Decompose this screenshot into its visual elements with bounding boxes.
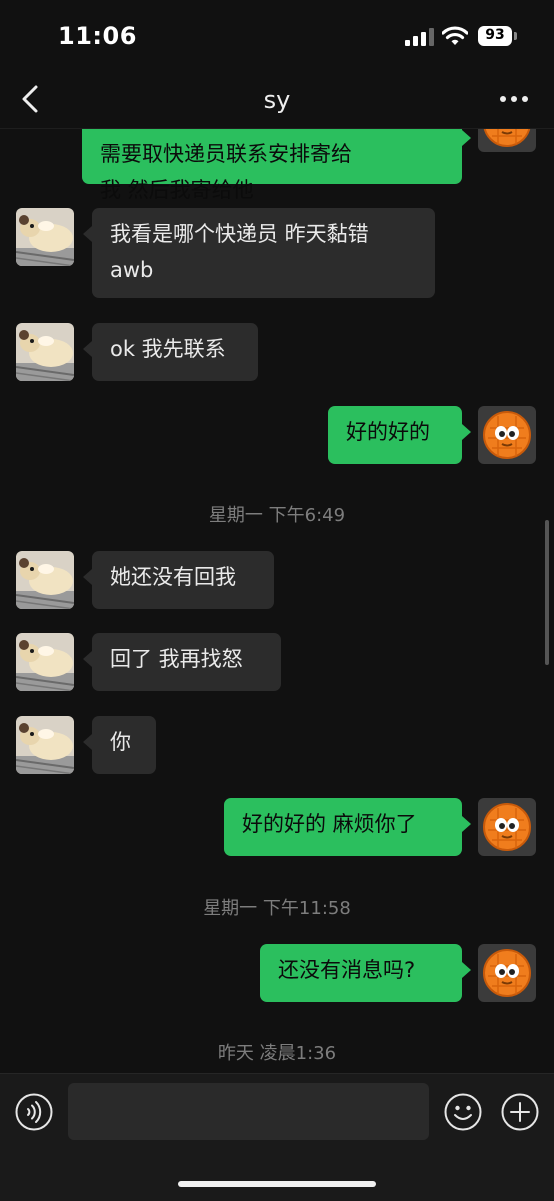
avatar[interactable] <box>478 406 536 464</box>
avatar[interactable] <box>16 323 74 381</box>
timestamp: 昨天 凌晨1:36 <box>217 1043 337 1064</box>
message-bubble-incoming[interactable]: 我看是哪个快递员 昨天黏错 awb <box>83 208 435 298</box>
emoji-icon[interactable] <box>443 1092 483 1132</box>
scrollbar[interactable] <box>545 520 549 665</box>
chat-title-overlay: sy <box>263 86 291 114</box>
chevron-left-icon[interactable] <box>18 84 44 114</box>
message-bubble-outgoing[interactable]: 好的好的 麻烦你了 <box>224 798 471 856</box>
battery-level: 93 <box>485 27 505 43</box>
avatar[interactable] <box>16 716 74 774</box>
voice-icon[interactable] <box>14 1092 54 1132</box>
ellipsis-icon[interactable] <box>498 90 530 108</box>
plus-icon[interactable] <box>500 1092 540 1132</box>
cellular-signal-icon <box>405 28 434 46</box>
message-input[interactable] <box>68 1083 429 1140</box>
avatar[interactable] <box>16 208 74 266</box>
home-indicator[interactable] <box>178 1181 376 1187</box>
timestamp: 星期一 下午11:58 <box>203 898 351 919</box>
avatar[interactable] <box>16 551 74 609</box>
avatar[interactable] <box>16 633 74 691</box>
message-bubble-outgoing[interactable]: 好的好的 <box>328 406 471 464</box>
message-bubble-outgoing[interactable]: 还没有消息吗? <box>260 944 471 1002</box>
timestamp: 星期一 下午6:49 <box>208 505 346 526</box>
wifi-icon <box>442 26 468 45</box>
avatar[interactable] <box>478 944 536 1002</box>
message-bubble-incoming[interactable]: ok 我先联系 <box>83 323 258 381</box>
message-bubble-incoming[interactable]: 她还没有回我 <box>83 551 274 609</box>
battery-icon: 93 <box>478 26 518 46</box>
message-bubble-incoming[interactable]: 你 <box>83 716 156 774</box>
message-bubble-incoming[interactable]: 回了 我再找怒 <box>83 633 281 691</box>
avatar[interactable] <box>478 798 536 856</box>
status-time: 11:06 <box>58 22 137 50</box>
